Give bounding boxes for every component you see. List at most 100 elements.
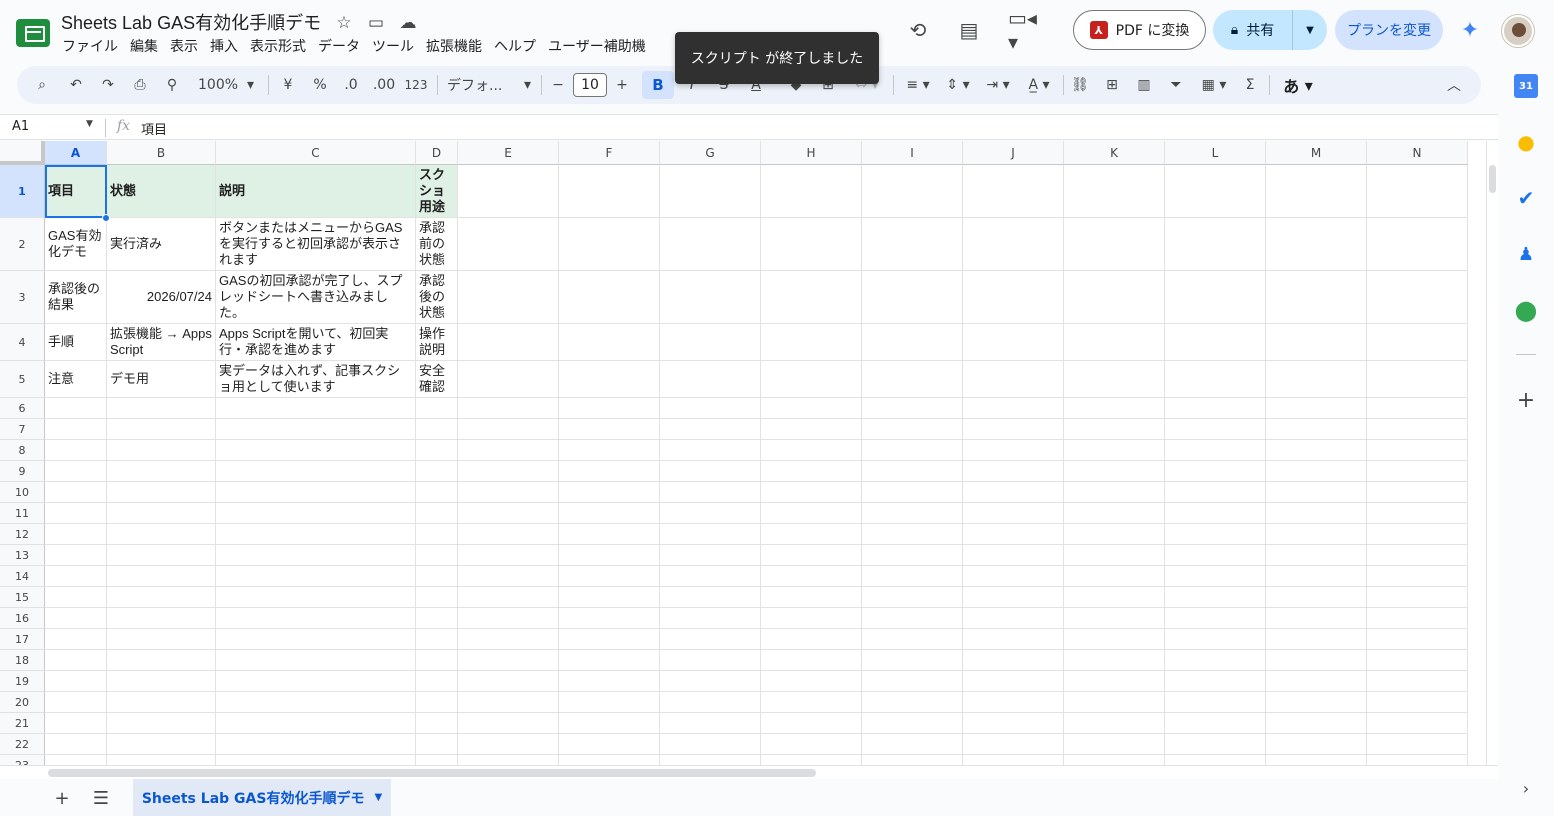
row-header-2[interactable]: 2 [0, 218, 45, 271]
cell-m22[interactable] [1266, 734, 1367, 755]
cell-n7[interactable] [1367, 419, 1468, 440]
row-header-1[interactable]: 1 [0, 165, 45, 218]
cell-a14[interactable] [45, 566, 107, 587]
cell-e1[interactable] [458, 165, 559, 218]
cell-g1[interactable] [660, 165, 761, 218]
cell-d13[interactable] [416, 545, 458, 566]
cell-l22[interactable] [1165, 734, 1266, 755]
vertical-align-icon[interactable]: ⇕ ▾ [941, 73, 975, 97]
row-header-22[interactable]: 22 [0, 734, 45, 755]
cell-d8[interactable] [416, 440, 458, 461]
cell-m7[interactable] [1266, 419, 1367, 440]
cell-i13[interactable] [862, 545, 963, 566]
cell-b4[interactable]: 拡張機能 → Apps Script [107, 324, 216, 361]
cell-l7[interactable] [1165, 419, 1266, 440]
cell-a4[interactable]: 手順 [45, 324, 107, 361]
cell-g22[interactable] [660, 734, 761, 755]
row-header-17[interactable]: 17 [0, 629, 45, 650]
column-header-i[interactable]: I [862, 141, 963, 165]
cell-k19[interactable] [1064, 671, 1165, 692]
cell-j6[interactable] [963, 398, 1064, 419]
cell-l1[interactable] [1165, 165, 1266, 218]
horizontal-scroll-thumb[interactable] [48, 769, 816, 777]
cell-e12[interactable] [458, 524, 559, 545]
cell-k10[interactable] [1064, 482, 1165, 503]
cell-a15[interactable] [45, 587, 107, 608]
cell-d16[interactable] [416, 608, 458, 629]
cell-h4[interactable] [761, 324, 862, 361]
cell-n13[interactable] [1367, 545, 1468, 566]
cell-i8[interactable] [862, 440, 963, 461]
cell-j10[interactable] [963, 482, 1064, 503]
cell-f22[interactable] [559, 734, 660, 755]
cell-c20[interactable] [216, 692, 416, 713]
cell-b7[interactable] [107, 419, 216, 440]
cell-c1[interactable]: 説明 [216, 165, 416, 218]
cell-k2[interactable] [1064, 218, 1165, 271]
cell-k22[interactable] [1064, 734, 1165, 755]
cell-k21[interactable] [1064, 713, 1165, 734]
cell-f10[interactable] [559, 482, 660, 503]
cell-j4[interactable] [963, 324, 1064, 361]
text-rotation-icon[interactable]: A̲ ▾ [1021, 73, 1057, 97]
cell-n20[interactable] [1367, 692, 1468, 713]
fill-handle[interactable] [102, 214, 110, 222]
cell-e4[interactable] [458, 324, 559, 361]
cell-j13[interactable] [963, 545, 1064, 566]
cell-n22[interactable] [1367, 734, 1468, 755]
select-all-corner[interactable] [0, 141, 45, 165]
cell-f23[interactable] [559, 755, 660, 765]
cell-n18[interactable] [1367, 650, 1468, 671]
cell-m11[interactable] [1266, 503, 1367, 524]
gemini-sparkle-icon[interactable]: ✦ [1457, 17, 1483, 43]
get-addons-icon[interactable]: + [1514, 388, 1538, 413]
cell-c2[interactable]: ボタンまたはメニューからGASを実行すると初回承認が表示されます [216, 218, 416, 271]
cell-h23[interactable] [761, 755, 862, 765]
cell-e19[interactable] [458, 671, 559, 692]
cell-g11[interactable] [660, 503, 761, 524]
column-header-k[interactable]: K [1064, 141, 1165, 165]
cell-d5[interactable]: 安全確認 [416, 361, 458, 398]
cell-j11[interactable] [963, 503, 1064, 524]
cell-c7[interactable] [216, 419, 416, 440]
redo-icon[interactable]: ↷ [97, 73, 119, 97]
column-header-g[interactable]: G [660, 141, 761, 165]
cell-d15[interactable] [416, 587, 458, 608]
cell-c15[interactable] [216, 587, 416, 608]
cell-n23[interactable] [1367, 755, 1468, 765]
cell-j5[interactable] [963, 361, 1064, 398]
cell-c17[interactable] [216, 629, 416, 650]
cell-k14[interactable] [1064, 566, 1165, 587]
cell-l9[interactable] [1165, 461, 1266, 482]
row-header-20[interactable]: 20 [0, 692, 45, 713]
cell-l6[interactable] [1165, 398, 1266, 419]
cell-i19[interactable] [862, 671, 963, 692]
cell-j2[interactable] [963, 218, 1064, 271]
cell-l10[interactable] [1165, 482, 1266, 503]
cell-b12[interactable] [107, 524, 216, 545]
cell-a13[interactable] [45, 545, 107, 566]
cell-d14[interactable] [416, 566, 458, 587]
filter-views-icon[interactable]: ▦ ▾ [1197, 73, 1231, 97]
cell-a3[interactable]: 承認後の結果 [45, 271, 107, 324]
cell-k4[interactable] [1064, 324, 1165, 361]
cell-g20[interactable] [660, 692, 761, 713]
cell-d12[interactable] [416, 524, 458, 545]
cell-c6[interactable] [216, 398, 416, 419]
cell-m17[interactable] [1266, 629, 1367, 650]
cell-d10[interactable] [416, 482, 458, 503]
cell-k5[interactable] [1064, 361, 1165, 398]
cell-c11[interactable] [216, 503, 416, 524]
cell-j8[interactable] [963, 440, 1064, 461]
cell-n5[interactable] [1367, 361, 1468, 398]
row-header-10[interactable]: 10 [0, 482, 45, 503]
cell-c13[interactable] [216, 545, 416, 566]
show-side-panel-icon[interactable]: › [1514, 776, 1538, 800]
cell-d22[interactable] [416, 734, 458, 755]
cell-b15[interactable] [107, 587, 216, 608]
cell-a19[interactable] [45, 671, 107, 692]
cell-d7[interactable] [416, 419, 458, 440]
cell-m1[interactable] [1266, 165, 1367, 218]
cell-f2[interactable] [559, 218, 660, 271]
cell-i21[interactable] [862, 713, 963, 734]
